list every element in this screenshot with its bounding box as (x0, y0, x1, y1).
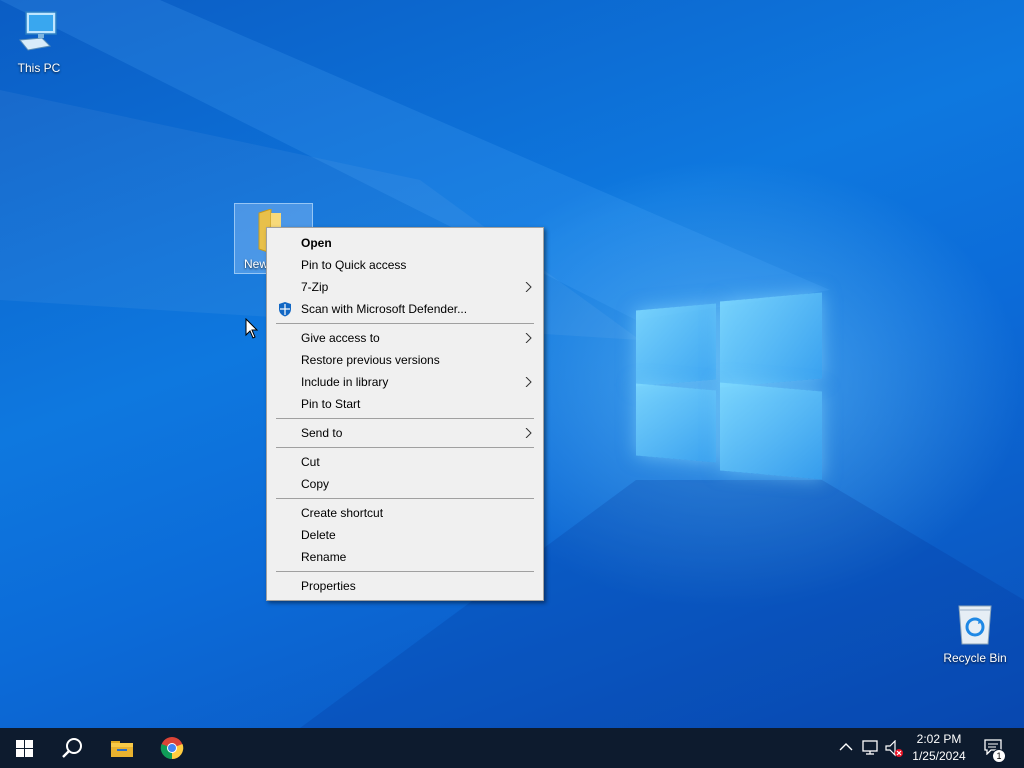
menu-item-rename[interactable]: Rename (268, 546, 542, 568)
menu-item-pin-to-quick-access[interactable]: Pin to Quick access (268, 254, 542, 276)
defender-shield-icon (279, 302, 291, 317)
mouse-cursor-icon (245, 318, 259, 339)
menu-item-restore-previous-versions[interactable]: Restore previous versions (268, 349, 542, 371)
search-icon (62, 738, 82, 758)
menu-item-send-to[interactable]: Send to (268, 422, 542, 444)
context-menu: Open Pin to Quick access 7-Zip Scan with… (266, 227, 544, 601)
computer-icon (19, 11, 57, 51)
menu-item-7zip[interactable]: 7-Zip (268, 276, 542, 298)
chevron-right-icon (525, 282, 532, 292)
folder-label: New (244, 257, 269, 271)
menu-separator (276, 418, 534, 419)
chevron-up-icon[interactable] (839, 742, 853, 752)
chevron-right-icon (525, 333, 532, 343)
clock-time: 2:02 PM (916, 732, 962, 746)
recycle-bin-icon (958, 605, 992, 645)
menu-item-create-shortcut[interactable]: Create shortcut (268, 502, 542, 524)
this-pc-label: This PC (17, 61, 61, 75)
menu-item-properties[interactable]: Properties (268, 575, 542, 597)
menu-separator (276, 323, 534, 324)
file-explorer-taskbar-button[interactable] (98, 728, 146, 768)
menu-item-copy[interactable]: Copy (268, 473, 542, 495)
windows-logo-wallpaper (636, 289, 822, 480)
menu-separator (276, 498, 534, 499)
menu-item-cut[interactable]: Cut (268, 451, 542, 473)
menu-item-scan-defender[interactable]: Scan with Microsoft Defender... (268, 298, 542, 320)
notification-badge: 1 (992, 749, 1006, 763)
chevron-right-icon (525, 428, 532, 438)
menu-separator (276, 447, 534, 448)
clock[interactable]: 2:02 PM 1/25/2024 (906, 731, 972, 765)
taskbar: 2:02 PM 1/25/2024 1 (0, 728, 1024, 768)
menu-item-pin-to-start[interactable]: Pin to Start (268, 393, 542, 415)
chevron-right-icon (525, 377, 532, 387)
chrome-icon (160, 737, 184, 760)
recycle-bin-label: Recycle Bin (943, 651, 1007, 665)
menu-separator (276, 571, 534, 572)
clock-date: 1/25/2024 (912, 749, 966, 763)
network-icon[interactable] (862, 740, 880, 756)
menu-item-delete[interactable]: Delete (268, 524, 542, 546)
this-pc-desktop-icon[interactable]: This PC (1, 10, 77, 75)
action-center-button[interactable]: 1 (978, 728, 1018, 768)
menu-item-open[interactable]: Open (268, 232, 542, 254)
search-button[interactable] (48, 728, 96, 768)
file-explorer-icon (111, 741, 133, 757)
menu-item-give-access-to[interactable]: Give access to (268, 327, 542, 349)
start-button[interactable] (0, 728, 48, 768)
chrome-taskbar-button[interactable] (148, 728, 196, 768)
menu-item-include-in-library[interactable]: Include in library (268, 371, 542, 393)
volume-muted-icon[interactable] (885, 740, 905, 758)
recycle-bin-desktop-icon[interactable]: Recycle Bin (937, 602, 1013, 665)
start-icon (16, 740, 33, 757)
